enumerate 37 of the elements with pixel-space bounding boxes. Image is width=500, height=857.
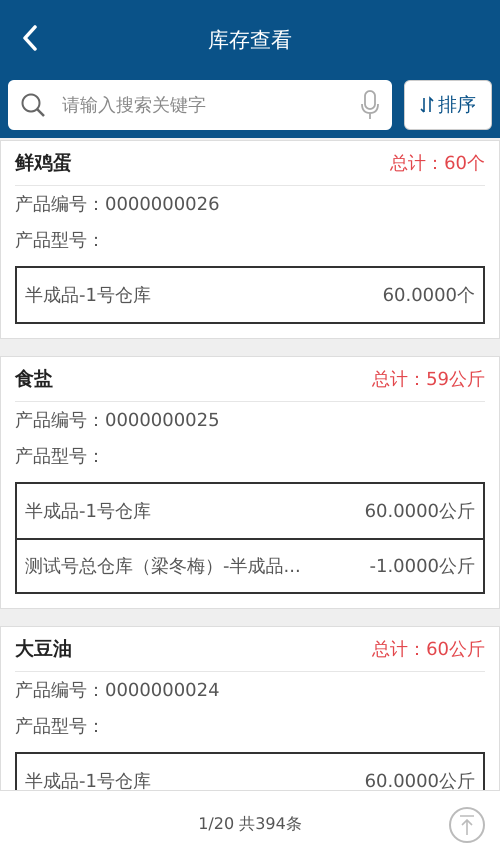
field-value: 0000000025 xyxy=(105,410,220,430)
product-name: 鲜鸡蛋 xyxy=(15,151,72,176)
field-label: 产品编号： xyxy=(15,679,105,702)
field-label: 产品编号： xyxy=(15,409,105,432)
stock-quantity: 60.0000个 xyxy=(382,284,475,307)
pagination-text: 1/20 共394条 xyxy=(198,814,302,834)
scroll-top-button[interactable] xyxy=(449,807,485,843)
product-name: 大豆油 xyxy=(15,637,72,662)
field-label: 产品型号： xyxy=(15,715,105,738)
warehouse-name: 测试号总仓库（梁冬梅）-半成品... xyxy=(25,555,301,578)
product-total: 总计：60公斤 xyxy=(372,638,485,661)
search-icon xyxy=(20,92,46,118)
field-label: 产品型号： xyxy=(15,229,105,252)
product-total: 总计：60个 xyxy=(390,152,485,175)
stock-quantity: 60.0000公斤 xyxy=(364,500,475,523)
field-value: 0000000026 xyxy=(105,194,220,214)
field-label: 产品型号： xyxy=(15,445,105,468)
product-card[interactable]: 食盐 总计：59公斤 产品编号：0000000025 产品型号： 半成品-1号仓库 60.0000公斤 测试号总仓库（梁冬梅）-半成品... -1.0000公斤 xyxy=(0,356,500,609)
product-name: 食盐 xyxy=(15,367,53,392)
search-field[interactable]: 请输入搜索关键字 xyxy=(60,94,346,116)
stock-quantity: -1.0000公斤 xyxy=(370,555,475,578)
field-value: 0000000024 xyxy=(105,680,220,700)
microphone-icon[interactable] xyxy=(360,90,380,120)
chevron-left-icon xyxy=(22,25,38,51)
sort-button[interactable]: 排序 xyxy=(404,80,492,130)
warehouse-name: 半成品-1号仓库 xyxy=(25,770,151,790)
product-total: 总计：59公斤 xyxy=(372,368,485,391)
field-label: 产品编号： xyxy=(15,193,105,216)
product-card[interactable]: 大豆油 总计：60公斤 产品编号：0000000024 产品型号： 半成品-1号仓库 60.0000公斤 xyxy=(0,626,500,790)
warehouse-name: 半成品-1号仓库 xyxy=(25,500,151,523)
warehouse-name: 半成品-1号仓库 xyxy=(25,284,151,307)
arrow-up-icon xyxy=(458,814,476,836)
page-title: 库存查看 xyxy=(208,27,292,54)
stock-quantity: 60.0000公斤 xyxy=(364,770,475,790)
search-bar[interactable]: 请输入搜索关键字 xyxy=(8,80,392,130)
sort-icon xyxy=(420,96,434,114)
product-card[interactable]: 鲜鸡蛋 总计：60个 产品编号：0000000026 产品型号： 半成品-1号仓库 60.0000个 xyxy=(0,140,500,339)
